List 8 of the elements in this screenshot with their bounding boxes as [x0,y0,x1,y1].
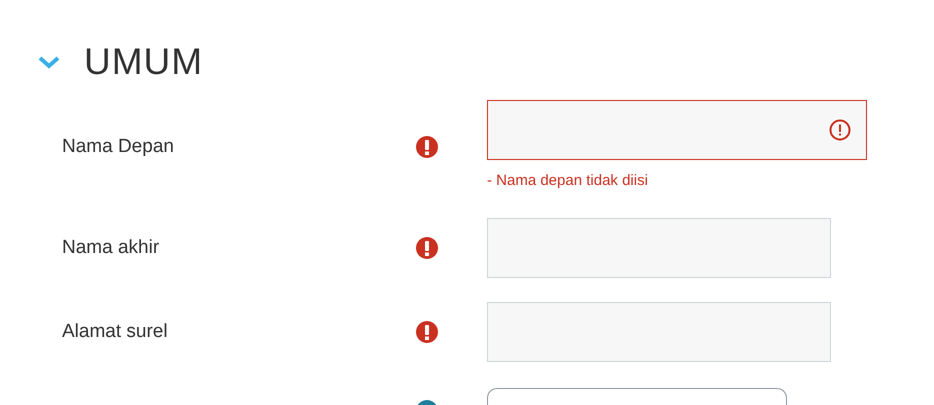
field-label: Alamat surel [62,321,168,342]
field-label: Nama Depan [62,136,174,157]
field-label: Nama akhir [62,237,160,258]
warning-icon [829,119,851,141]
section-title: UMUM [84,41,204,83]
input-field[interactable] [487,100,867,160]
error-message: - Nama depan tidak diisi [487,172,649,191]
chevron-icon[interactable] [38,55,60,69]
